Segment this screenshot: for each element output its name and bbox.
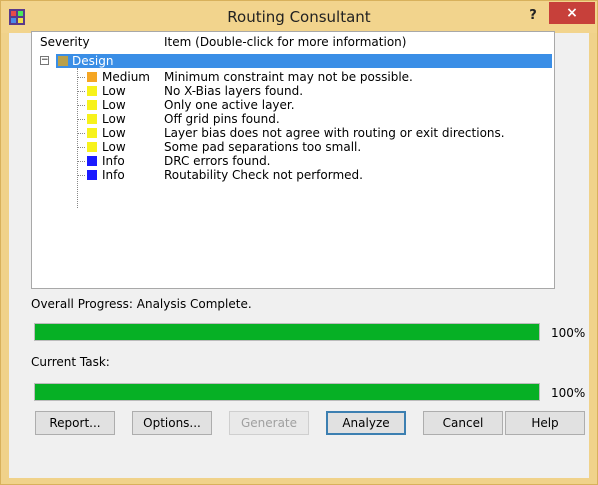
severity-cell: Low [102, 126, 126, 140]
severity-color-square [87, 156, 97, 166]
severity-color-square [87, 114, 97, 124]
severity-cell: Low [102, 84, 126, 98]
issues-list[interactable]: Severity Item (Double-click for more inf… [31, 31, 555, 289]
title-bar[interactable]: Routing Consultant ? × [1, 1, 597, 33]
table-row[interactable]: Low No X-Bias layers found. [32, 84, 554, 98]
group-label: Design [72, 54, 114, 68]
item-cell: Off grid pins found. [164, 112, 280, 126]
severity-color-square [87, 100, 97, 110]
severity-cell: Medium [102, 70, 150, 84]
tree-branch [77, 161, 85, 162]
item-cell: DRC errors found. [164, 154, 271, 168]
overall-progress-percent: 100% [551, 326, 586, 340]
table-row[interactable]: Info Routability Check not performed. [32, 168, 554, 182]
item-cell: Some pad separations too small. [164, 140, 362, 154]
severity-cell: Low [102, 112, 126, 126]
item-cell: Layer bias does not agree with routing o… [164, 126, 505, 140]
analyze-button[interactable]: Analyze [326, 411, 406, 435]
tree-branch [77, 91, 85, 92]
severity-color-square [87, 86, 97, 96]
severity-color-square [87, 128, 97, 138]
help-icon[interactable]: ? [520, 5, 546, 27]
table-row[interactable]: Low Some pad separations too small. [32, 140, 554, 154]
item-cell: Routability Check not performed. [164, 168, 363, 182]
tree-branch [77, 133, 85, 134]
current-task-label: Current Task: [31, 355, 110, 369]
help-button[interactable]: Help [505, 411, 585, 435]
tree-branch [77, 77, 85, 78]
column-header-severity[interactable]: Severity [40, 35, 90, 49]
severity-color-square [87, 170, 97, 180]
severity-color-square [87, 72, 97, 82]
item-cell: Minimum constraint may not be possible. [164, 70, 413, 84]
tree-branch [77, 119, 85, 120]
cancel-button[interactable]: Cancel [423, 411, 503, 435]
item-cell: Only one active layer. [164, 98, 295, 112]
tree-branch [77, 147, 85, 148]
table-row[interactable]: Low Only one active layer. [32, 98, 554, 112]
overall-progress-label: Overall Progress: Analysis Complete. [31, 297, 252, 311]
severity-cell: Info [102, 168, 125, 182]
group-color-square [58, 56, 68, 66]
overall-progress-bar [34, 323, 540, 341]
column-header-item[interactable]: Item (Double-click for more information) [164, 35, 406, 49]
severity-cell: Low [102, 98, 126, 112]
table-row[interactable]: Low Off grid pins found. [32, 112, 554, 126]
table-row[interactable]: Low Layer bias does not agree with routin… [32, 126, 554, 140]
task-progress-percent: 100% [551, 386, 586, 400]
tree-group-design[interactable]: − Design [32, 54, 554, 68]
routing-consultant-window: Routing Consultant ? × Severity Item (Do… [0, 0, 598, 485]
table-row[interactable]: Medium Minimum constraint may not be poss… [32, 70, 554, 84]
item-cell: No X-Bias layers found. [164, 84, 304, 98]
selection-highlight [56, 54, 552, 68]
collapse-icon[interactable]: − [40, 56, 49, 65]
options-button[interactable]: Options... [132, 411, 212, 435]
severity-cell: Low [102, 140, 126, 154]
tree-branch [77, 105, 85, 106]
overall-progress-fill [35, 324, 539, 340]
severity-color-square [87, 142, 97, 152]
report-button[interactable]: Report... [35, 411, 115, 435]
close-button[interactable]: × [549, 2, 595, 24]
list-header: Severity Item (Double-click for more inf… [32, 32, 554, 52]
task-progress-bar [34, 383, 540, 401]
generate-button[interactable]: Generate [229, 411, 309, 435]
table-row[interactable]: Info DRC errors found. [32, 154, 554, 168]
task-progress-fill [35, 384, 539, 400]
tree-branch [77, 175, 85, 176]
severity-cell: Info [102, 154, 125, 168]
window-title: Routing Consultant [227, 8, 371, 26]
